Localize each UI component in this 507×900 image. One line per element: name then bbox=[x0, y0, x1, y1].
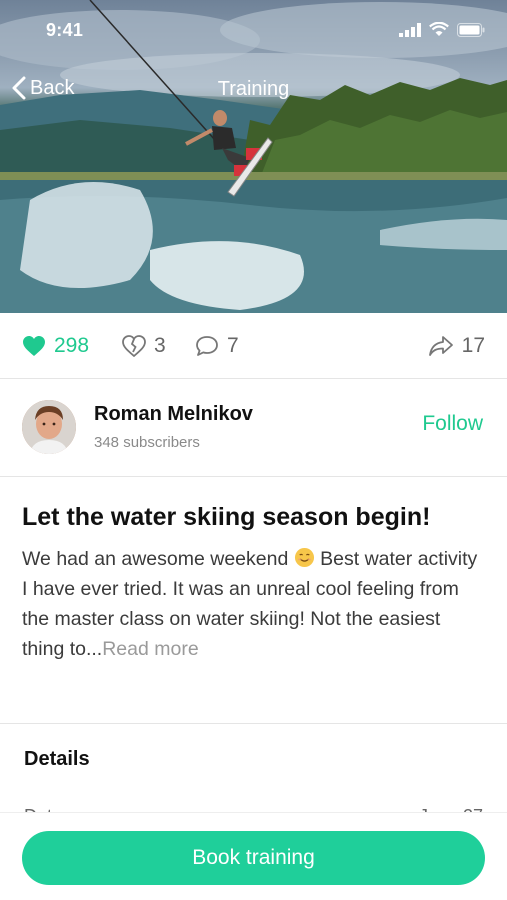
status-bar: 9:41 bbox=[0, 0, 507, 60]
bottom-bar: Book training bbox=[0, 812, 507, 900]
navigation-bar: Back Training bbox=[0, 72, 507, 108]
author-name[interactable]: Roman Melnikov bbox=[94, 403, 253, 426]
reaction-bar: 298 3 7 17 bbox=[0, 313, 507, 379]
share-icon bbox=[428, 336, 453, 356]
avatar-photo bbox=[22, 400, 76, 454]
like-button[interactable]: 298 bbox=[22, 334, 89, 358]
likes-count: 298 bbox=[54, 334, 90, 357]
status-time: 9:41 bbox=[46, 20, 84, 40]
avatar[interactable] bbox=[22, 400, 76, 454]
broken-heart-icon bbox=[122, 335, 146, 357]
share-button[interactable]: 17 bbox=[428, 334, 485, 358]
shares-count: 17 bbox=[461, 334, 485, 357]
comments-count: 7 bbox=[227, 334, 239, 357]
signal-icon bbox=[399, 22, 421, 37]
post-body-text-1: We had an awesome weekend bbox=[22, 548, 294, 570]
page-title: Training bbox=[217, 78, 290, 100]
post-body: We had an awesome weekend Best water act… bbox=[22, 544, 487, 664]
wifi-icon bbox=[429, 22, 449, 36]
post-title: Let the water skiing season begin! bbox=[22, 503, 431, 531]
status-icons bbox=[399, 22, 485, 37]
follow-button[interactable]: Follow bbox=[422, 412, 483, 436]
section-divider bbox=[0, 723, 507, 724]
dislike-button[interactable]: 3 bbox=[122, 334, 166, 358]
details-heading: Details bbox=[24, 748, 90, 770]
smile-emoji-icon bbox=[294, 547, 314, 568]
hero-image: 9:41 Back Training bbox=[0, 0, 507, 313]
heart-icon bbox=[23, 336, 45, 356]
battery-icon bbox=[457, 22, 485, 37]
book-training-button[interactable]: Book training bbox=[22, 831, 485, 885]
comment-icon bbox=[196, 336, 218, 356]
post-content: Let the water skiing season begin! We ha… bbox=[22, 500, 487, 664]
subscriber-count: 348 subscribers bbox=[94, 434, 200, 451]
author-row: Roman Melnikov 348 subscribers Follow bbox=[0, 379, 507, 477]
comment-button[interactable]: 7 bbox=[195, 334, 239, 358]
dislikes-count: 3 bbox=[154, 334, 166, 357]
read-more-link[interactable]: Read more bbox=[102, 638, 198, 660]
